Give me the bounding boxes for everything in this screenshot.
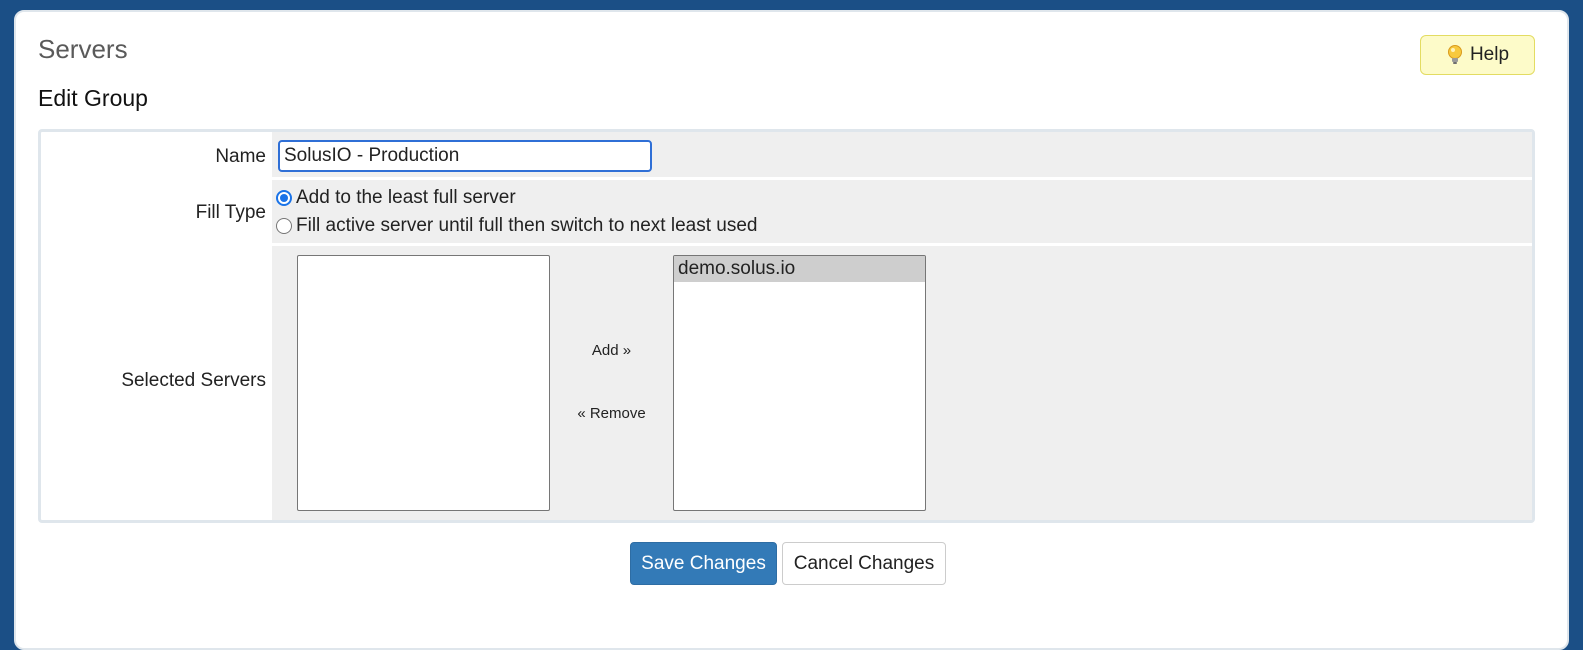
selected-servers-row: Selected Servers Add » « Remove demo.sol… bbox=[41, 246, 1532, 520]
help-button-label: Help bbox=[1469, 44, 1510, 65]
fill-type-option-least-full[interactable]: Add to the least full server bbox=[276, 187, 516, 209]
fill-type-option-fill-active[interactable]: Fill active server until full then switc… bbox=[276, 215, 757, 237]
radio-fill-active[interactable] bbox=[276, 218, 292, 234]
fill-type-row: Fill Type Add to the least full server F… bbox=[41, 180, 1532, 243]
list-item[interactable]: demo.solus.io bbox=[674, 256, 925, 282]
available-servers-list[interactable] bbox=[297, 255, 550, 511]
fill-type-label: Fill Type bbox=[195, 202, 266, 223]
name-input[interactable] bbox=[278, 140, 652, 172]
section-title: Edit Group bbox=[38, 85, 148, 111]
radio-least-full-label[interactable]: Add to the least full server bbox=[296, 187, 516, 209]
name-field-cell bbox=[272, 132, 1532, 177]
lightbulb-icon bbox=[1447, 45, 1462, 64]
name-label: Name bbox=[215, 146, 266, 167]
cancel-changes-button[interactable]: Cancel Changes bbox=[782, 542, 946, 585]
selected-servers-field-cell: Add » « Remove demo.solus.io bbox=[272, 246, 1532, 520]
remove-server-button[interactable]: « Remove bbox=[550, 405, 673, 422]
help-button[interactable]: Help bbox=[1420, 35, 1535, 75]
radio-fill-active-label[interactable]: Fill active server until full then switc… bbox=[296, 215, 757, 237]
page-title: Servers bbox=[38, 34, 128, 64]
name-row: Name bbox=[41, 132, 1532, 177]
main-panel: Servers Help Edit Group Name Fill Type A… bbox=[14, 10, 1569, 650]
selected-servers-list[interactable]: demo.solus.io bbox=[673, 255, 926, 511]
edit-group-form: Name Fill Type Add to the least full ser… bbox=[38, 129, 1535, 523]
fill-type-field-cell: Add to the least full server Fill active… bbox=[272, 180, 1532, 243]
radio-least-full[interactable] bbox=[276, 190, 292, 206]
save-changes-button[interactable]: Save Changes bbox=[630, 542, 777, 585]
add-server-button[interactable]: Add » bbox=[550, 342, 673, 359]
selected-servers-label: Selected Servers bbox=[121, 370, 266, 391]
